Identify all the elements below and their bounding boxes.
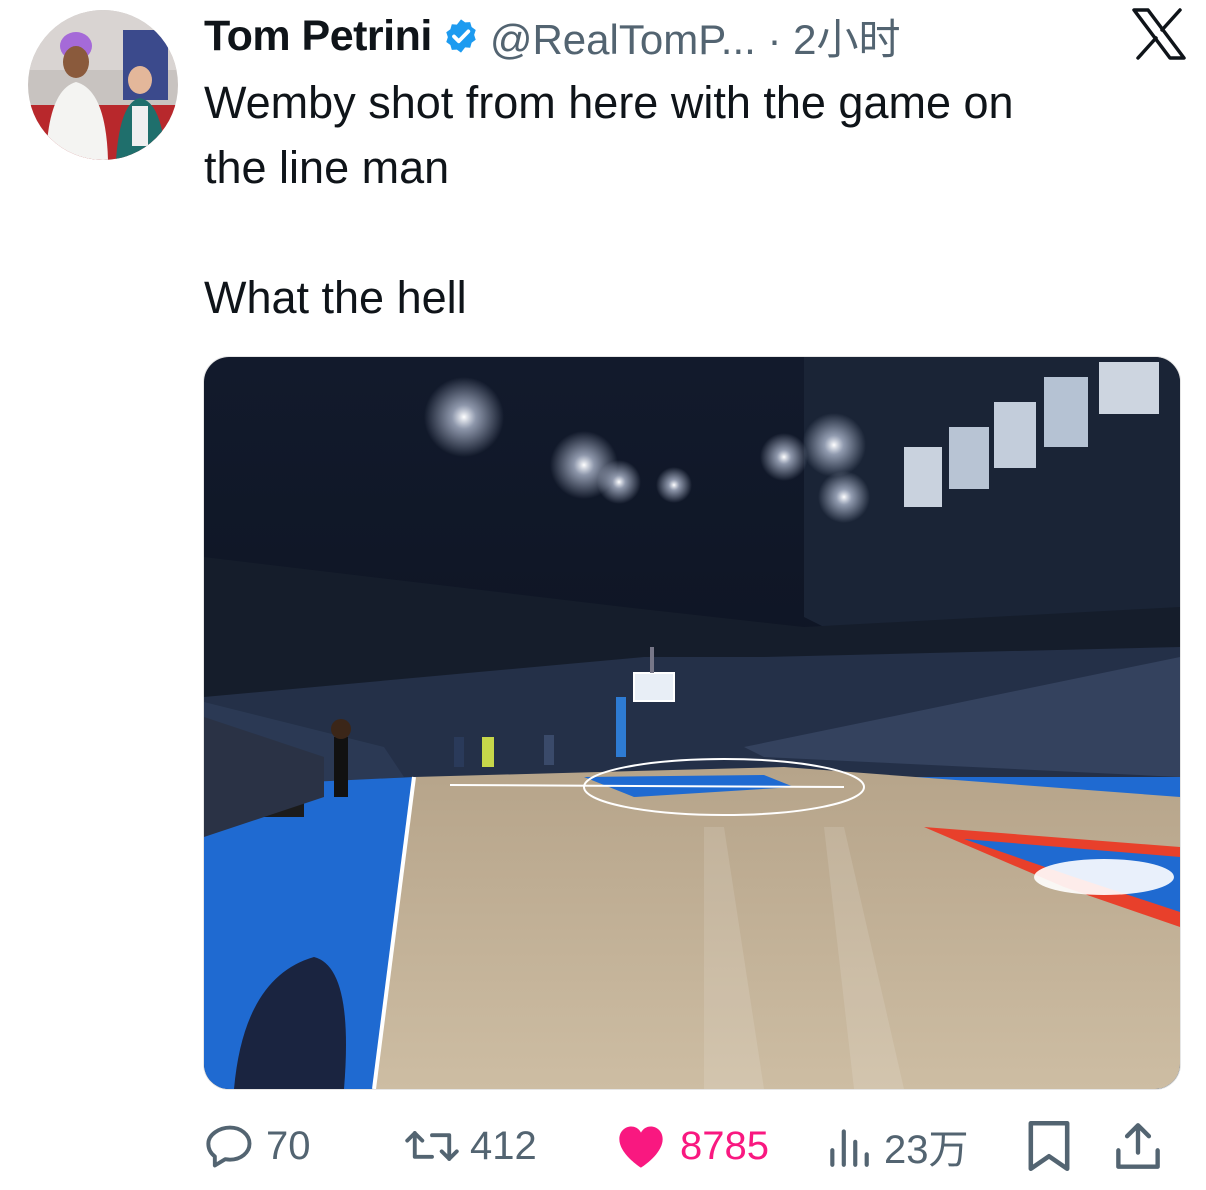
tweet-actions: 70 412 8785 23万 xyxy=(204,1114,1176,1178)
like-button[interactable]: 8785 xyxy=(612,1120,824,1172)
reply-button[interactable]: 70 xyxy=(204,1120,404,1172)
retweet-count: 412 xyxy=(470,1123,537,1168)
avatar[interactable] xyxy=(28,10,178,160)
author-handle-time[interactable]: @RealTomP... · 2小时 xyxy=(490,6,901,67)
share-icon xyxy=(1116,1123,1160,1169)
arena-court-photo xyxy=(204,357,1180,1089)
views-button[interactable]: 23万 xyxy=(824,1117,1024,1175)
bookmark-icon xyxy=(1028,1121,1070,1171)
tweet-text-line: the line man xyxy=(204,142,450,193)
avatar-image xyxy=(28,10,178,160)
tweet-text-line: What the hell xyxy=(204,272,467,323)
share-button[interactable] xyxy=(1114,1118,1174,1174)
heart-icon xyxy=(619,1126,663,1168)
tweet-text: Wemby shot from here with the game on th… xyxy=(204,70,1164,330)
bookmark-button[interactable] xyxy=(1024,1118,1114,1174)
like-count: 8785 xyxy=(680,1123,769,1168)
tweet-text-line: Wemby shot from here with the game on xyxy=(204,77,1014,128)
reply-count: 70 xyxy=(266,1123,311,1168)
views-count: 23万 xyxy=(884,1128,969,1172)
retweet-icon xyxy=(405,1131,459,1161)
reply-icon xyxy=(206,1125,252,1168)
author-name[interactable]: Tom Petrini xyxy=(204,12,432,61)
retweet-button[interactable]: 412 xyxy=(404,1120,612,1172)
tweet-header: Tom Petrini @RealTomP... · 2小时 xyxy=(204,8,1166,64)
verified-badge-icon xyxy=(446,19,476,53)
x-logo-icon xyxy=(1132,8,1186,60)
tweet-media-photo[interactable] xyxy=(203,356,1181,1090)
views-icon xyxy=(830,1129,869,1167)
